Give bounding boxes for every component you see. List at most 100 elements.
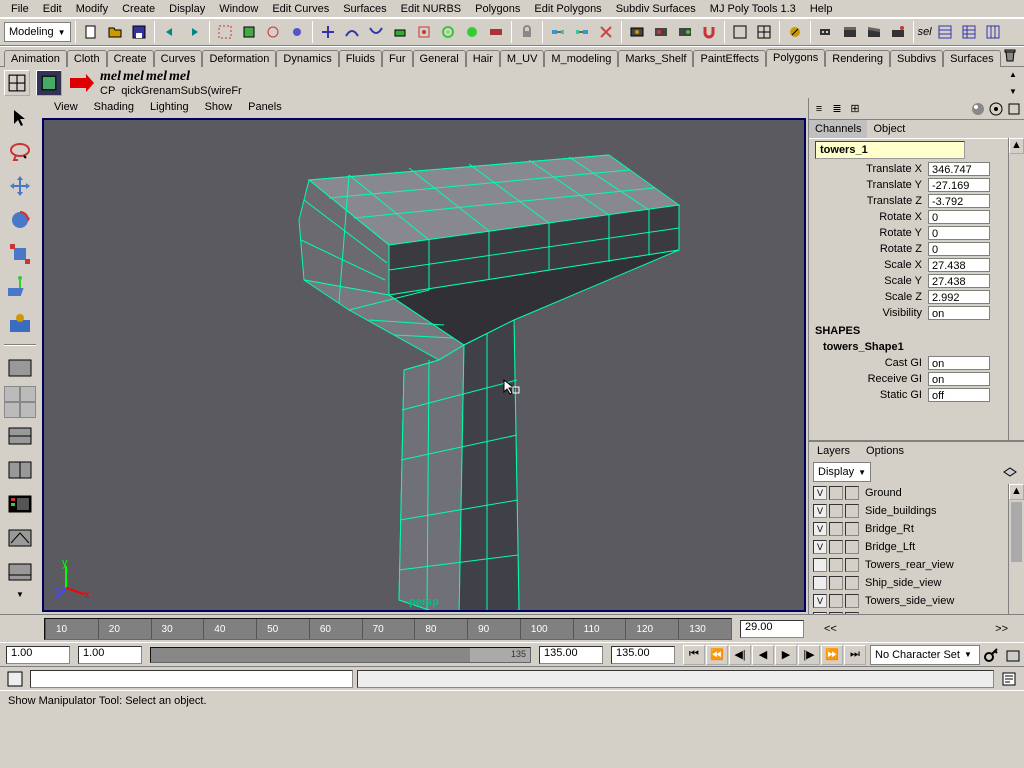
menu-polygons[interactable]: Polygons: [468, 1, 527, 17]
construction-history-icon[interactable]: [595, 21, 617, 43]
layer-color-swatch[interactable]: [845, 522, 859, 536]
select-paint-icon[interactable]: [286, 21, 308, 43]
open-scene-icon[interactable]: [104, 21, 126, 43]
attr-value[interactable]: off: [928, 388, 990, 402]
layer-type-box[interactable]: [829, 576, 843, 590]
attr-value[interactable]: 27.438: [928, 274, 990, 288]
shelf-tab-curves[interactable]: Curves: [154, 50, 203, 67]
channel-layout-2-icon[interactable]: ≣: [829, 101, 845, 117]
layer-type-box[interactable]: [829, 504, 843, 518]
attr-value[interactable]: 2.992: [928, 290, 990, 304]
attr-value[interactable]: on: [928, 372, 990, 386]
tab-channels[interactable]: Channels: [809, 120, 867, 138]
layer-visible-checkbox[interactable]: V: [813, 594, 827, 608]
layer-color-swatch[interactable]: [845, 558, 859, 572]
history-toggle-icon[interactable]: [485, 21, 507, 43]
fast-fwd-icon[interactable]: ⏭: [844, 645, 866, 665]
layers-menu-options[interactable]: Options: [858, 443, 912, 459]
layer-visible-checkbox[interactable]: [813, 576, 827, 590]
menu-mjpoly[interactable]: MJ Poly Tools 1.3: [703, 1, 803, 17]
layers-menu-layers[interactable]: Layers: [809, 443, 858, 459]
tool-settings-icon[interactable]: [982, 21, 1004, 43]
script-layout-icon[interactable]: [4, 556, 36, 588]
view-layout-3a-icon[interactable]: [4, 420, 36, 452]
step-back-icon[interactable]: ⏪: [706, 645, 728, 665]
layers-display-dropdown[interactable]: Display▼: [813, 462, 871, 482]
attr-value[interactable]: on: [928, 356, 990, 370]
shelf-tab-rendering[interactable]: Rendering: [825, 50, 890, 67]
layer-visible-checkbox[interactable]: [813, 612, 827, 614]
attr-value[interactable]: -3.792: [928, 194, 990, 208]
layer-color-swatch[interactable]: [845, 594, 859, 608]
layer-color-swatch[interactable]: [845, 540, 859, 554]
layer-type-box[interactable]: [829, 612, 843, 614]
layer-row[interactable]: Ship_rear_view: [809, 610, 1008, 614]
layer-type-box[interactable]: [829, 540, 843, 554]
layer-row[interactable]: VTowers_side_view: [809, 592, 1008, 610]
move-tool-icon[interactable]: [4, 170, 36, 202]
clapboard2-icon[interactable]: [863, 21, 885, 43]
attr-value[interactable]: 0: [928, 210, 990, 224]
shelf-preset-icon[interactable]: [36, 70, 62, 96]
menu-edit-polygons[interactable]: Edit Polygons: [527, 1, 608, 17]
shelf-tab-animation[interactable]: Animation: [4, 50, 67, 67]
shelf-tab-marks[interactable]: Marks_Shelf: [618, 50, 693, 67]
layer-color-swatch[interactable]: [845, 504, 859, 518]
isolate-icon[interactable]: [988, 101, 1004, 117]
layout-single-icon[interactable]: [729, 21, 751, 43]
new-layer-icon[interactable]: [1000, 462, 1020, 482]
layer-type-box[interactable]: [829, 486, 843, 500]
menu-surfaces[interactable]: Surfaces: [336, 1, 393, 17]
current-time-field[interactable]: 29.00: [740, 620, 804, 638]
xray-icon[interactable]: [1006, 101, 1022, 117]
layer-color-swatch[interactable]: [845, 486, 859, 500]
channel-box-icon[interactable]: [934, 21, 956, 43]
channel-scrollbar[interactable]: ▲: [1008, 138, 1024, 440]
snap-grid-icon[interactable]: [317, 21, 339, 43]
trash-icon[interactable]: [1001, 44, 1020, 66]
layer-row[interactable]: Ship_side_view: [809, 574, 1008, 592]
rewind-icon[interactable]: ⏮: [683, 645, 705, 665]
snap-live-icon[interactable]: [437, 21, 459, 43]
manipulator-tool-icon[interactable]: [4, 272, 36, 304]
shelf-tab-surfaces[interactable]: Surfaces: [943, 50, 1000, 67]
playblast-icon[interactable]: [815, 21, 837, 43]
ipr-icon[interactable]: [650, 21, 672, 43]
select-lasso-icon[interactable]: [262, 21, 284, 43]
shelf-tab-mmodeling[interactable]: M_modeling: [544, 50, 618, 67]
shelf-layout-icon[interactable]: [4, 70, 30, 96]
mel-prompt-icon[interactable]: [4, 668, 26, 690]
tab-object[interactable]: Object: [867, 120, 911, 138]
soft-mod-tool-icon[interactable]: [4, 306, 36, 338]
shelf-tab-fur[interactable]: Fur: [382, 50, 413, 67]
layer-visible-checkbox[interactable]: [813, 558, 827, 572]
layer-row[interactable]: VGround: [809, 484, 1008, 502]
attr-value[interactable]: on: [928, 306, 990, 320]
nav-prev-button[interactable]: <<: [824, 623, 837, 635]
object-name-field[interactable]: towers_1: [815, 141, 965, 159]
new-scene-icon[interactable]: [80, 21, 102, 43]
render-globals-icon[interactable]: [674, 21, 696, 43]
menu-help[interactable]: Help: [803, 1, 840, 17]
layer-type-box[interactable]: [829, 522, 843, 536]
make-live-icon[interactable]: [461, 21, 483, 43]
nav-next-button[interactable]: >>: [995, 623, 1008, 635]
range-slider[interactable]: 135: [150, 647, 531, 663]
layout-four-icon[interactable]: [753, 21, 775, 43]
save-scene-icon[interactable]: [128, 21, 150, 43]
shape-name[interactable]: towers_Shape1: [809, 341, 1008, 355]
snap-curve-icon[interactable]: [341, 21, 363, 43]
layer-visible-checkbox[interactable]: V: [813, 540, 827, 554]
shelf-tab-cloth[interactable]: Cloth: [67, 50, 107, 67]
menu-subdiv[interactable]: Subdiv Surfaces: [609, 1, 703, 17]
menu-display[interactable]: Display: [162, 1, 212, 17]
play-fwd-icon[interactable]: ▶: [775, 645, 797, 665]
lock-icon[interactable]: [516, 21, 538, 43]
menu-edit-curves[interactable]: Edit Curves: [265, 1, 336, 17]
vmenu-lighting[interactable]: Lighting: [142, 99, 197, 115]
magnet-icon[interactable]: [698, 21, 720, 43]
menu-create[interactable]: Create: [115, 1, 162, 17]
snap-view-icon[interactable]: [413, 21, 435, 43]
time-slider[interactable]: 102030 405060 708090 100110120 130: [44, 618, 732, 640]
attr-value[interactable]: 346.747: [928, 162, 990, 176]
